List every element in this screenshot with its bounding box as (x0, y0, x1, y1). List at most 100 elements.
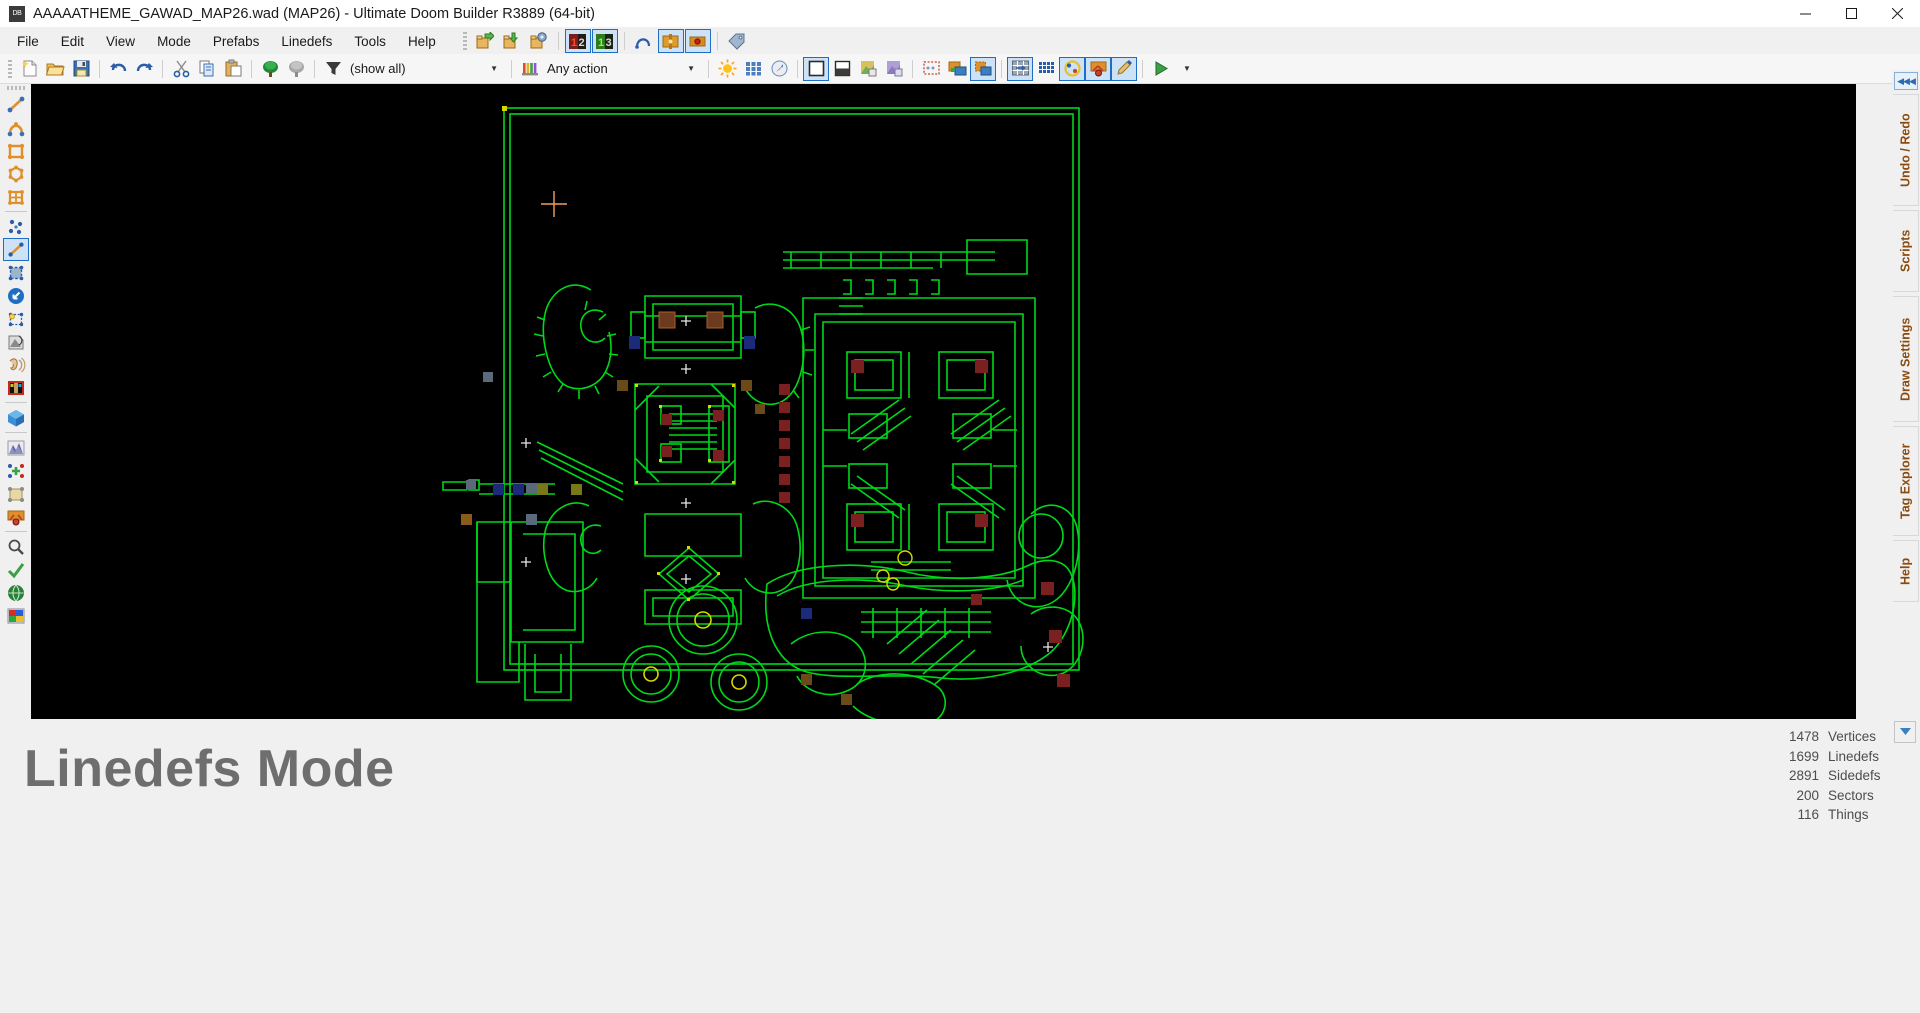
tab-undo-redo[interactable]: Undo / Redo (1893, 94, 1919, 206)
script-editor-icon[interactable] (3, 581, 29, 604)
filter-funnel-icon[interactable] (320, 57, 346, 81)
auto-merge-icon[interactable] (1007, 56, 1033, 81)
minimize-button[interactable] (1782, 0, 1828, 28)
toolbar-grip[interactable] (462, 32, 467, 50)
run-map-dropdown[interactable]: ▼ (1174, 57, 1200, 81)
texture-1-icon[interactable]: 1 2 (564, 29, 591, 53)
cut-icon[interactable] (168, 57, 194, 81)
menu-tools[interactable]: Tools (343, 30, 397, 53)
toolbar-separator-10 (1142, 59, 1143, 78)
sectors-mode-icon[interactable] (3, 261, 29, 284)
undo-icon[interactable] (105, 57, 131, 81)
close-button[interactable] (1874, 0, 1920, 28)
compass-icon[interactable] (766, 57, 792, 81)
marquee-select-icon[interactable] (918, 57, 944, 81)
menu-view[interactable]: View (95, 30, 146, 53)
snap-to-geometry-icon[interactable] (944, 57, 970, 81)
tag-icon[interactable] (724, 29, 750, 53)
stat-things-count: 116 (1797, 807, 1819, 822)
draw-curve-icon[interactable] (3, 116, 29, 139)
view-floor-textures-icon[interactable] (855, 57, 881, 81)
vertices-mode-icon[interactable] (3, 215, 29, 238)
brightness-mode-icon[interactable] (3, 330, 29, 353)
menu-file[interactable]: File (6, 30, 50, 53)
prefab-settings-icon[interactable] (526, 29, 552, 53)
grid-icon[interactable] (740, 57, 766, 81)
draw-lines-icon[interactable] (3, 93, 29, 116)
action-filter-combo[interactable]: Any action ▼ (543, 58, 703, 79)
linedef-filter-combo[interactable]: (show all) ▼ (346, 58, 506, 79)
view-wireframe-icon[interactable] (803, 56, 829, 81)
toolbar-separator-9 (1001, 59, 1002, 78)
menu-help[interactable]: Help (397, 30, 447, 53)
paste-icon[interactable] (220, 57, 246, 81)
dynamic-grid-icon[interactable] (1033, 57, 1059, 81)
linked-sectors-icon[interactable] (3, 459, 29, 482)
bridge-mode-icon[interactable] (3, 505, 29, 528)
stat-things-label: Things (1828, 807, 1869, 822)
chevron-down-icon-3: ▼ (1183, 64, 1191, 73)
align-things-icon[interactable] (657, 29, 684, 53)
save-map-icon[interactable] (68, 57, 94, 81)
sector-tools-icon[interactable] (1085, 56, 1111, 81)
canvas-background (31, 84, 1856, 719)
linedefs-mode-icon[interactable] (2, 238, 29, 261)
new-map-icon[interactable] (16, 57, 42, 81)
maximize-button[interactable] (1828, 0, 1874, 28)
menu-linedefs[interactable]: Linedefs (270, 30, 343, 53)
texture-2-icon[interactable]: 1 3 (591, 29, 618, 53)
left-toolbar-grip[interactable] (6, 86, 25, 90)
tree-green-icon[interactable] (257, 57, 283, 81)
snap-to-grid-icon[interactable] (970, 56, 996, 81)
menu-mode[interactable]: Mode (146, 30, 202, 53)
chevron-down-icon[interactable]: ▼ (482, 64, 506, 73)
color-picker-icon[interactable] (3, 604, 29, 627)
sound-environment-icon[interactable] (3, 376, 29, 399)
tree-grey-icon[interactable] (283, 57, 309, 81)
main-toolbar-grip[interactable] (8, 59, 12, 78)
map-analysis-icon[interactable] (3, 558, 29, 581)
terrain-mode-icon[interactable] (3, 436, 29, 459)
draw-ellipse-icon[interactable] (3, 162, 29, 185)
chevron-down-icon-2[interactable]: ▼ (679, 64, 703, 73)
thing-align-icon[interactable] (684, 29, 711, 53)
export-prefab-icon[interactable] (499, 29, 525, 53)
visual-mode-icon[interactable] (3, 406, 29, 429)
draw-rectangle-icon[interactable] (3, 139, 29, 162)
view-ceiling-textures-icon[interactable] (881, 57, 907, 81)
stat-sectors-label: Sectors (1828, 787, 1874, 803)
sound-propagation-icon[interactable] (3, 353, 29, 376)
curve-linedefs-icon[interactable] (631, 29, 657, 53)
tab-scripts[interactable]: Scripts (1893, 210, 1919, 292)
menu-prefabs[interactable]: Prefabs (202, 30, 271, 53)
things-mode-icon[interactable] (3, 284, 29, 307)
view-brightness-icon[interactable] (829, 57, 855, 81)
copy-icon[interactable] (194, 57, 220, 81)
brush-tools-icon[interactable] (1111, 56, 1137, 81)
stat-vertices-count: 1478 (1788, 729, 1819, 744)
find-replace-icon[interactable] (3, 535, 29, 558)
action-special-icon[interactable] (517, 57, 543, 81)
stat-sectors-count: 200 (1796, 787, 1819, 803)
draw-grid-icon[interactable] (3, 185, 29, 208)
tab-tag-explorer[interactable]: Tag Explorer (1893, 426, 1919, 536)
menu-edit[interactable]: Edit (50, 30, 95, 53)
edit-selection-icon[interactable] (3, 307, 29, 330)
toolbar-separator-5 (511, 59, 512, 78)
tab-help[interactable]: Help (1893, 540, 1919, 602)
stat-things: 116 Things (1779, 805, 1890, 825)
left-separator-3 (4, 432, 27, 433)
collapse-panel-button[interactable]: ◀◀◀ (1894, 72, 1918, 90)
redo-icon[interactable] (131, 57, 157, 81)
chevron-down-icon-scroll[interactable] (1894, 721, 1916, 743)
menu-separator (557, 32, 559, 50)
insert-prefab-icon[interactable] (472, 29, 498, 53)
sector-drawing-icon[interactable] (3, 482, 29, 505)
tab-draw-settings[interactable]: Draw Settings (1893, 296, 1919, 422)
map-canvas[interactable] (31, 84, 1856, 719)
open-map-icon[interactable] (42, 57, 68, 81)
brightness-icon[interactable] (714, 57, 740, 81)
test-map-icon[interactable] (1059, 56, 1085, 81)
run-map-icon[interactable] (1148, 57, 1174, 81)
svg-text:2: 2 (579, 37, 585, 49)
